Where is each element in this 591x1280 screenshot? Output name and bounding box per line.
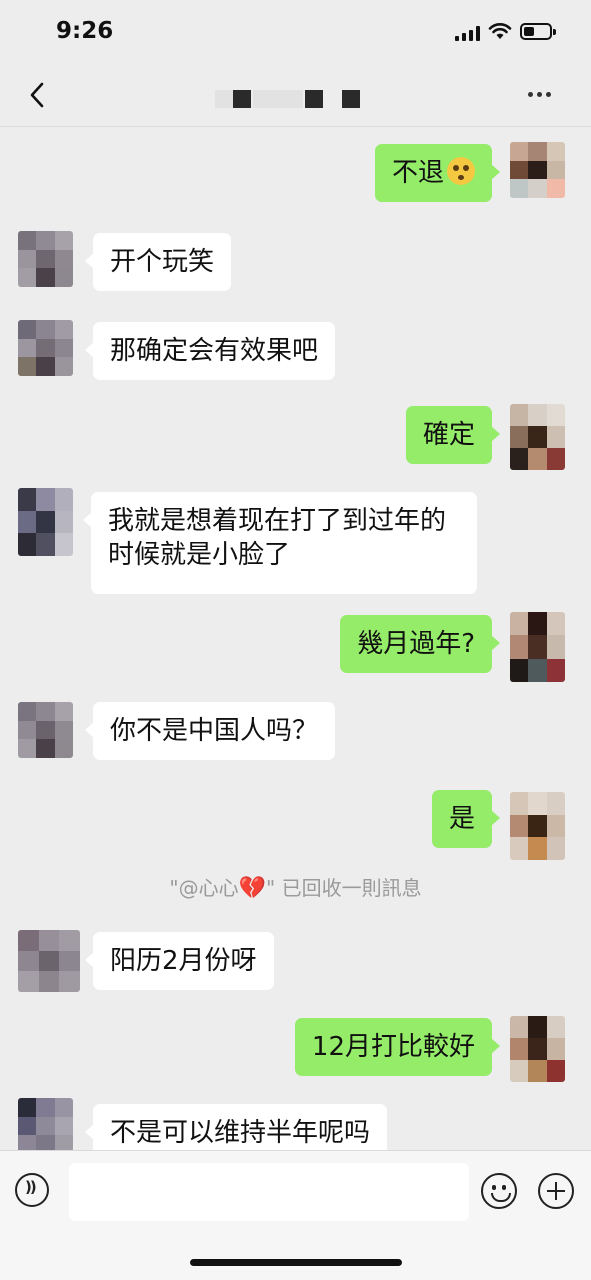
- my-avatar[interactable]: [510, 1016, 565, 1082]
- message-text: 確定: [422, 420, 475, 450]
- message-text: 12月打比較好: [311, 1032, 475, 1062]
- flushed-face-emoji-icon: [447, 157, 475, 185]
- notice-prefix: "@心心: [169, 876, 239, 900]
- contact-avatar[interactable]: [18, 930, 80, 992]
- contact-avatar[interactable]: [18, 702, 73, 758]
- broken-heart-icon: 💔: [238, 876, 267, 901]
- home-indicator: [190, 1259, 402, 1266]
- cellular-signal-icon: [455, 26, 480, 41]
- message-text: 开个玩笑: [110, 247, 215, 277]
- wifi-icon: [488, 23, 512, 39]
- my-avatar[interactable]: [510, 404, 565, 470]
- outgoing-message-bubble[interactable]: 幾月過年?: [340, 615, 500, 673]
- message-text: 不退: [391, 158, 444, 188]
- notice-suffix: " 已回收一則訊息: [266, 876, 422, 900]
- status-bar: 9:26: [0, 0, 591, 66]
- incoming-message-bubble[interactable]: 那确定会有效果吧: [84, 322, 336, 380]
- recalled-message-notice: "@心心💔" 已回收一則訊息: [0, 872, 591, 901]
- message-text: 不是可以维持半年呢吗: [110, 1118, 371, 1148]
- message-text: 那确定会有效果吧: [110, 336, 319, 366]
- incoming-message-bubble[interactable]: 阳历2月份呀: [85, 932, 274, 990]
- incoming-message-bubble[interactable]: 你不是中国人吗？: [84, 702, 336, 760]
- message-text: 幾月過年?: [357, 629, 475, 659]
- contact-avatar[interactable]: [18, 1098, 73, 1154]
- message-text: 阳历2月份呀: [110, 946, 257, 976]
- chat-title-redacted: [215, 82, 370, 110]
- emoji-icon[interactable]: [481, 1173, 517, 1209]
- incoming-message-bubble[interactable]: 我就是想着现在打了到过年的时候就是小脸了: [83, 492, 477, 594]
- message-text: 你不是中国人吗？: [110, 716, 319, 746]
- contact-avatar[interactable]: [18, 231, 73, 287]
- message-input[interactable]: [69, 1163, 469, 1221]
- outgoing-message-bubble[interactable]: 12月打比較好: [294, 1018, 501, 1076]
- outgoing-message-bubble[interactable]: 是: [431, 790, 501, 848]
- plus-icon[interactable]: [538, 1173, 574, 1209]
- battery-icon: [520, 23, 556, 40]
- chevron-left-icon[interactable]: [24, 80, 52, 110]
- contact-avatar[interactable]: [18, 320, 73, 376]
- voice-input-icon[interactable]: [15, 1173, 49, 1207]
- incoming-message-bubble[interactable]: 开个玩笑: [84, 233, 232, 291]
- more-dots-icon[interactable]: [528, 92, 551, 97]
- my-avatar[interactable]: [510, 612, 565, 682]
- message-text: 是: [448, 804, 475, 834]
- chat-header: [0, 66, 591, 127]
- outgoing-message-bubble[interactable]: 確定: [405, 406, 501, 464]
- my-avatar[interactable]: [510, 792, 565, 860]
- status-time: 9:26: [56, 18, 114, 44]
- message-text: 我就是想着现在打了到过年的时候就是小脸了: [108, 506, 447, 570]
- contact-avatar[interactable]: [18, 488, 73, 556]
- my-avatar[interactable]: [510, 142, 565, 198]
- outgoing-message-bubble[interactable]: 不退: [374, 144, 501, 202]
